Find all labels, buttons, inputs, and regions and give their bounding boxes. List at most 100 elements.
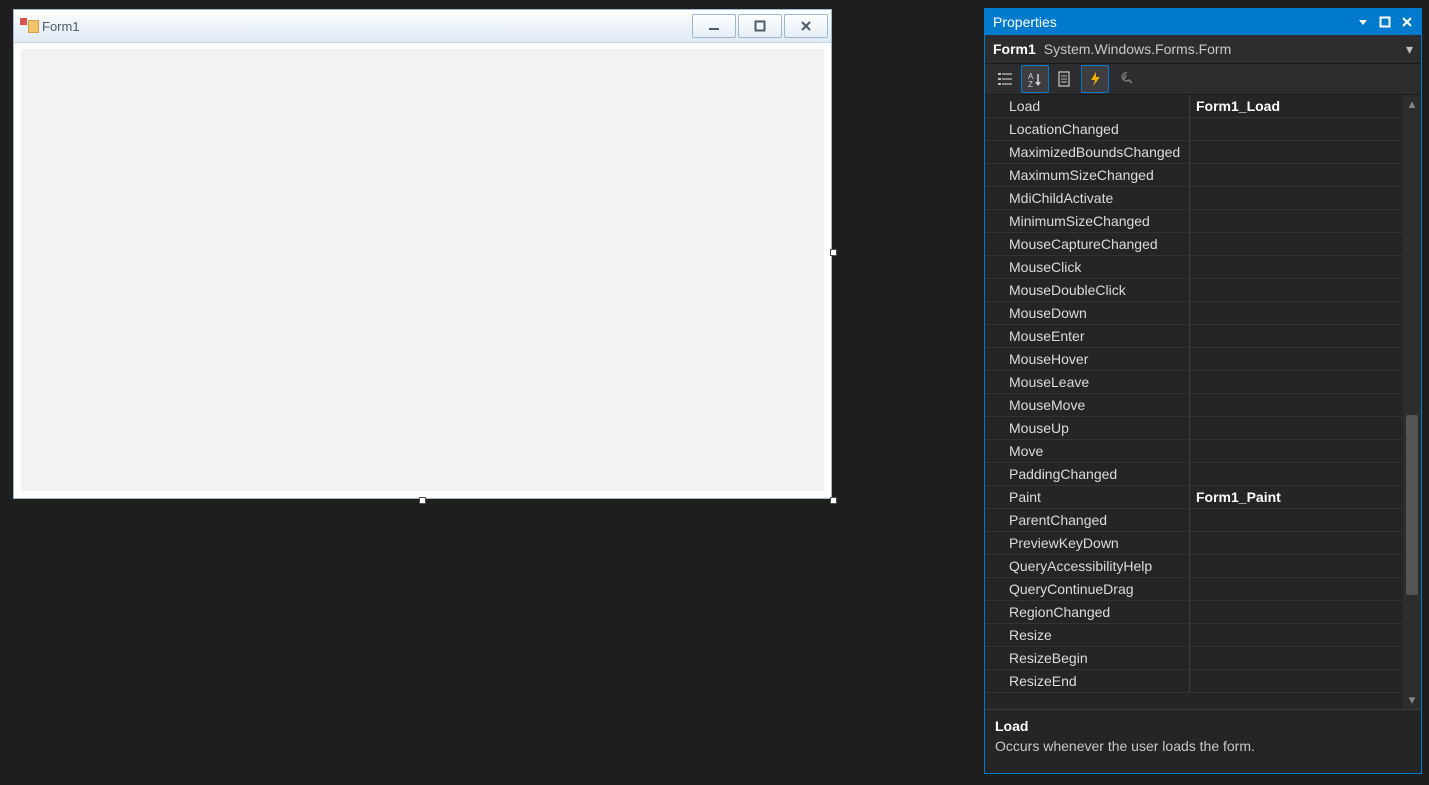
- event-value[interactable]: Form1_Paint: [1190, 486, 1403, 509]
- event-value[interactable]: [1190, 555, 1403, 578]
- event-row[interactable]: MouseUp: [985, 417, 1403, 440]
- object-type: System.Windows.Forms.Form: [1044, 41, 1231, 57]
- resize-handle-bottom[interactable]: [419, 497, 426, 504]
- form-titlebar[interactable]: Form1: [14, 10, 831, 43]
- events-button[interactable]: [1081, 65, 1109, 93]
- event-value[interactable]: [1190, 325, 1403, 348]
- event-row[interactable]: RegionChanged: [985, 601, 1403, 624]
- event-value[interactable]: [1190, 164, 1403, 187]
- event-name: QueryContinueDrag: [985, 578, 1190, 601]
- event-value[interactable]: [1190, 670, 1403, 693]
- event-row[interactable]: MouseDoubleClick: [985, 279, 1403, 302]
- event-row[interactable]: PaintForm1_Paint: [985, 486, 1403, 509]
- event-value[interactable]: [1190, 440, 1403, 463]
- form-icon: [20, 18, 36, 34]
- event-value[interactable]: [1190, 371, 1403, 394]
- event-row[interactable]: MouseMove: [985, 394, 1403, 417]
- event-value[interactable]: [1190, 256, 1403, 279]
- event-name: RegionChanged: [985, 601, 1190, 624]
- event-row[interactable]: LoadForm1_Load: [985, 95, 1403, 118]
- event-value[interactable]: [1190, 532, 1403, 555]
- description-name: Load: [995, 718, 1411, 734]
- event-name: Move: [985, 440, 1190, 463]
- event-name: ResizeBegin: [985, 647, 1190, 670]
- event-row[interactable]: QueryAccessibilityHelp: [985, 555, 1403, 578]
- event-row[interactable]: ResizeEnd: [985, 670, 1403, 693]
- event-value[interactable]: [1190, 463, 1403, 486]
- event-row[interactable]: MaximumSizeChanged: [985, 164, 1403, 187]
- event-name: LocationChanged: [985, 118, 1190, 141]
- event-row[interactable]: MaximizedBoundsChanged: [985, 141, 1403, 164]
- event-name: MaximumSizeChanged: [985, 164, 1190, 187]
- form-client-area[interactable]: [21, 49, 824, 491]
- event-row[interactable]: MinimumSizeChanged: [985, 210, 1403, 233]
- event-value[interactable]: [1190, 210, 1403, 233]
- close-panel-button[interactable]: [1397, 12, 1417, 32]
- description-text: Occurs whenever the user loads the form.: [995, 738, 1411, 754]
- event-row[interactable]: MouseDown: [985, 302, 1403, 325]
- window-position-button[interactable]: [1353, 12, 1373, 32]
- event-row[interactable]: ResizeBegin: [985, 647, 1403, 670]
- designer-form[interactable]: Form1: [13, 9, 832, 499]
- event-value[interactable]: [1190, 302, 1403, 325]
- minimize-button[interactable]: [692, 14, 736, 38]
- event-value[interactable]: [1190, 279, 1403, 302]
- properties-button[interactable]: [1051, 65, 1079, 93]
- scrollbar[interactable]: ▴ ▾: [1403, 95, 1421, 709]
- event-value[interactable]: [1190, 141, 1403, 164]
- event-name: MouseDown: [985, 302, 1190, 325]
- event-name: Paint: [985, 486, 1190, 509]
- event-row[interactable]: MouseHover: [985, 348, 1403, 371]
- scroll-up-button[interactable]: ▴: [1403, 95, 1421, 113]
- event-name: MouseUp: [985, 417, 1190, 440]
- event-row[interactable]: MouseLeave: [985, 371, 1403, 394]
- event-row[interactable]: MouseClick: [985, 256, 1403, 279]
- event-row[interactable]: MouseEnter: [985, 325, 1403, 348]
- events-grid[interactable]: LoadForm1_LoadLocationChangedMaximizedBo…: [985, 95, 1403, 709]
- event-row[interactable]: MdiChildActivate: [985, 187, 1403, 210]
- event-name: MouseEnter: [985, 325, 1190, 348]
- properties-toolbar: A Z: [985, 64, 1421, 95]
- event-row[interactable]: Resize: [985, 624, 1403, 647]
- categorized-button[interactable]: [991, 65, 1019, 93]
- event-name: MouseMove: [985, 394, 1190, 417]
- event-row[interactable]: Move: [985, 440, 1403, 463]
- event-row[interactable]: PreviewKeyDown: [985, 532, 1403, 555]
- event-name: ParentChanged: [985, 509, 1190, 532]
- resize-handle-corner[interactable]: [830, 497, 837, 504]
- chevron-down-icon: ▾: [1406, 41, 1413, 58]
- event-value[interactable]: [1190, 348, 1403, 371]
- properties-header[interactable]: Properties: [985, 9, 1421, 35]
- scroll-down-button[interactable]: ▾: [1403, 691, 1421, 709]
- event-value[interactable]: [1190, 578, 1403, 601]
- alphabetical-button[interactable]: A Z: [1021, 65, 1049, 93]
- object-selector[interactable]: Form1 System.Windows.Forms.Form ▾: [985, 35, 1421, 64]
- event-value[interactable]: [1190, 624, 1403, 647]
- event-value[interactable]: [1190, 187, 1403, 210]
- event-value[interactable]: [1190, 601, 1403, 624]
- event-value[interactable]: Form1_Load: [1190, 95, 1403, 118]
- properties-panel: Properties Form1 System.Windows.Forms.Fo…: [984, 8, 1422, 774]
- close-button[interactable]: [784, 14, 828, 38]
- event-name: MouseCaptureChanged: [985, 233, 1190, 256]
- event-row[interactable]: PaddingChanged: [985, 463, 1403, 486]
- event-value[interactable]: [1190, 417, 1403, 440]
- form-title: Form1: [42, 19, 690, 34]
- event-value[interactable]: [1190, 509, 1403, 532]
- property-pages-button[interactable]: [1111, 65, 1139, 93]
- scroll-thumb[interactable]: [1406, 415, 1418, 595]
- event-name: Resize: [985, 624, 1190, 647]
- event-value[interactable]: [1190, 118, 1403, 141]
- resize-handle-right[interactable]: [830, 249, 837, 256]
- event-name: PreviewKeyDown: [985, 532, 1190, 555]
- event-row[interactable]: ParentChanged: [985, 509, 1403, 532]
- maximize-panel-button[interactable]: [1375, 12, 1395, 32]
- event-row[interactable]: MouseCaptureChanged: [985, 233, 1403, 256]
- event-value[interactable]: [1190, 233, 1403, 256]
- event-name: MouseClick: [985, 256, 1190, 279]
- event-value[interactable]: [1190, 394, 1403, 417]
- event-value[interactable]: [1190, 647, 1403, 670]
- event-row[interactable]: LocationChanged: [985, 118, 1403, 141]
- maximize-button[interactable]: [738, 14, 782, 38]
- event-row[interactable]: QueryContinueDrag: [985, 578, 1403, 601]
